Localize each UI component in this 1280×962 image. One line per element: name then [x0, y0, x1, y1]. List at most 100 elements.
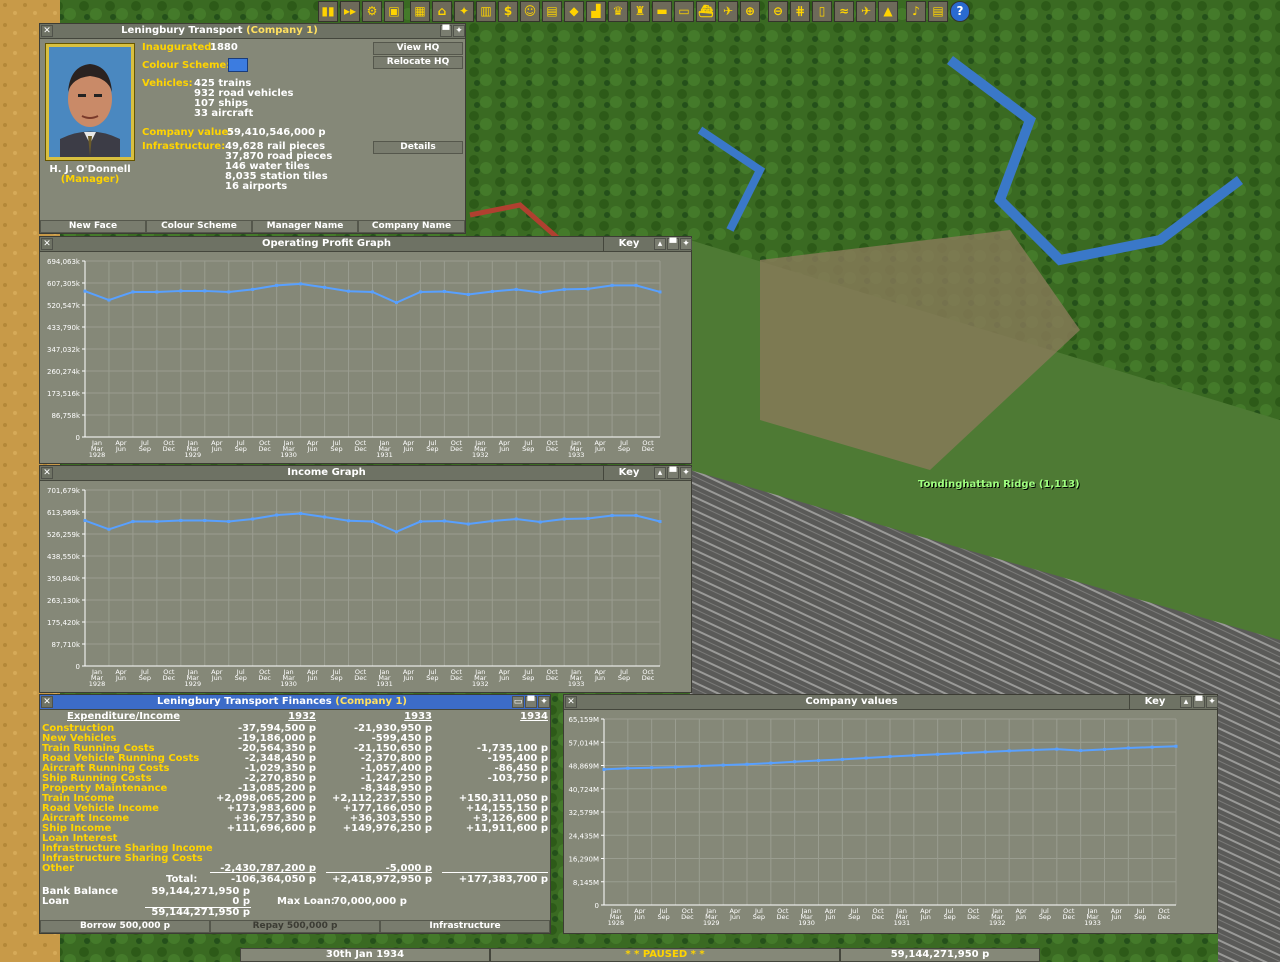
pin-icon[interactable]: ✦ [680, 238, 692, 250]
shade-icon[interactable]: ▀ [667, 238, 679, 250]
toggle-size-icon[interactable]: ▭ [512, 696, 524, 708]
y-tick-label: 526,259k [47, 531, 81, 539]
x-tick-label: Jun [1110, 913, 1121, 921]
company-name-button[interactable]: Company Name [358, 220, 465, 233]
data-point [538, 290, 542, 294]
data-point [299, 511, 303, 515]
close-icon[interactable]: ✕ [41, 696, 53, 708]
finances-icon[interactable]: $ [498, 1, 518, 22]
data-point [251, 517, 255, 521]
company-titlebar[interactable]: ✕ Leningbury Transport (Company 1) ▀ ✦ [40, 24, 465, 39]
pin-icon[interactable]: ✦ [453, 25, 465, 37]
x-tick-label: 1933 [1084, 919, 1101, 927]
x-tick-label: 1929 [703, 919, 720, 927]
infrastructure-button[interactable]: Infrastructure [380, 920, 550, 933]
infrastructure-count: 16 airports [225, 181, 288, 192]
water-construction-icon[interactable]: ≈ [834, 1, 854, 22]
key-button[interactable]: Key [603, 466, 654, 480]
view-hq-button[interactable]: View HQ [373, 42, 463, 55]
data-point [107, 527, 111, 531]
data-point [586, 287, 590, 291]
trains-icon[interactable]: ▬ [652, 1, 672, 22]
close-icon[interactable]: ✕ [41, 467, 53, 479]
map-icon[interactable]: ▦ [410, 1, 430, 22]
x-tick-label: Jun [211, 674, 222, 682]
pin-icon[interactable]: ✦ [538, 696, 550, 708]
finances-titlebar[interactable]: ✕ Leningbury Transport Finances (Company… [40, 695, 550, 710]
station-list-icon[interactable]: ▥ [476, 1, 496, 22]
operating-profit-titlebar[interactable]: ✕ Operating Profit Graph Key ▴ ▀ ✦ [40, 237, 692, 252]
story-icon[interactable]: ▤ [542, 1, 562, 22]
x-tick-label: Dec [967, 913, 980, 921]
income-titlebar[interactable]: ✕ Income Graph Key ▴ ▀ ✦ [40, 466, 692, 481]
status-paused: * * PAUSED * * [490, 948, 840, 962]
relocate-hq-button[interactable]: Relocate HQ [373, 56, 463, 69]
music-icon[interactable]: ♪ [906, 1, 926, 22]
sort-icon[interactable]: ▴ [654, 467, 666, 479]
shade-icon[interactable]: ▀ [440, 25, 452, 37]
data-point [83, 519, 87, 523]
news-icon[interactable]: ▤ [928, 1, 948, 22]
close-icon[interactable]: ✕ [41, 238, 53, 250]
key-button[interactable]: Key [1129, 695, 1180, 709]
finance-cell [442, 834, 548, 844]
shade-icon[interactable]: ▀ [1193, 696, 1205, 708]
aircraft-icon[interactable]: ✈ [718, 1, 738, 22]
airport-construction-icon[interactable]: ✈ [856, 1, 876, 22]
total-label: Total: [166, 874, 198, 885]
borrow-button[interactable]: Borrow 500,000 p [40, 920, 210, 933]
colour-scheme-button[interactable]: Colour Scheme [146, 220, 252, 233]
goals-icon[interactable]: ◆ [564, 1, 584, 22]
new-face-button[interactable]: New Face [40, 220, 146, 233]
details-button[interactable]: Details [373, 141, 463, 154]
help-icon[interactable]: ? [950, 1, 970, 22]
x-tick-label: Jun [920, 913, 931, 921]
landscaping-icon[interactable]: ▲ [878, 1, 898, 22]
key-button[interactable]: Key [603, 237, 654, 251]
shade-icon[interactable]: ▀ [525, 696, 537, 708]
town-name-label[interactable]: Tondinghattan Ridge (1,113) [918, 479, 1080, 490]
pause-icon[interactable]: ▮▮ [318, 1, 338, 22]
zoom-out-icon[interactable]: ⊖ [768, 1, 788, 22]
ships-icon[interactable]: ⛴ [696, 1, 716, 22]
industry-icon[interactable]: ♜ [630, 1, 650, 22]
save-icon[interactable]: ▣ [384, 1, 404, 22]
data-point [1103, 747, 1106, 751]
x-tick-label: Dec [354, 445, 367, 453]
league-icon[interactable]: ♛ [608, 1, 628, 22]
sort-icon[interactable]: ▴ [1180, 696, 1192, 708]
y-tick-label: 57,014M [568, 739, 599, 747]
repay-button[interactable]: Repay 500,000 p [210, 920, 380, 933]
company-values-window: ✕ Company values Key ▴ ▀ ✦ 65,159M 57,014… [563, 694, 1218, 934]
x-tick-label: Dec [258, 445, 271, 453]
town-directory-icon[interactable]: ⌂ [432, 1, 452, 22]
settings-icon[interactable]: ⚙ [362, 1, 382, 22]
fast-forward-icon[interactable]: ▸▸ [340, 1, 360, 22]
manager-name-button[interactable]: Manager Name [252, 220, 358, 233]
road-construction-icon[interactable]: ▯ [812, 1, 832, 22]
company-icon[interactable]: ☺ [520, 1, 540, 22]
pin-icon[interactable]: ✦ [1206, 696, 1218, 708]
close-icon[interactable]: ✕ [41, 25, 53, 37]
manager-face [45, 43, 135, 161]
rail-construction-icon[interactable]: ⋕ [790, 1, 810, 22]
data-point [131, 290, 135, 294]
graphs-icon[interactable]: ▟ [586, 1, 606, 22]
data-point [371, 520, 374, 524]
data-point [888, 755, 892, 759]
x-tick-label: Sep [139, 445, 151, 453]
road-vehicles-icon[interactable]: ▭ [674, 1, 694, 22]
data-point [275, 283, 279, 287]
close-icon[interactable]: ✕ [565, 696, 577, 708]
pin-icon[interactable]: ✦ [680, 467, 692, 479]
infrastructure-label: Infrastructure: [142, 141, 226, 152]
finance-row-label: Other [42, 863, 75, 874]
shade-icon[interactable]: ▀ [667, 467, 679, 479]
company-values-titlebar[interactable]: ✕ Company values Key ▴ ▀ ✦ [564, 695, 1218, 710]
x-tick-label: Sep [522, 674, 534, 682]
zoom-in-icon[interactable]: ⊕ [740, 1, 760, 22]
data-point [936, 752, 940, 756]
finance-cell [210, 844, 316, 854]
subsidies-icon[interactable]: ✦ [454, 1, 474, 22]
sort-icon[interactable]: ▴ [654, 238, 666, 250]
